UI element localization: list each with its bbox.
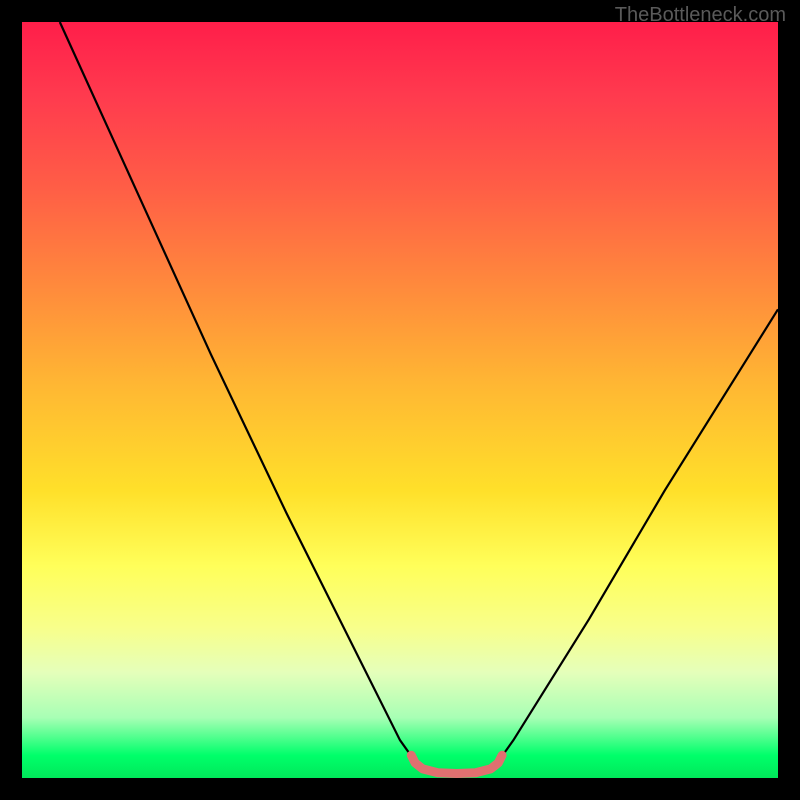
highlight-segment xyxy=(411,755,502,773)
chart-svg xyxy=(22,22,778,778)
watermark-text: TheBottleneck.com xyxy=(615,4,786,27)
bottleneck-curve xyxy=(60,22,778,774)
